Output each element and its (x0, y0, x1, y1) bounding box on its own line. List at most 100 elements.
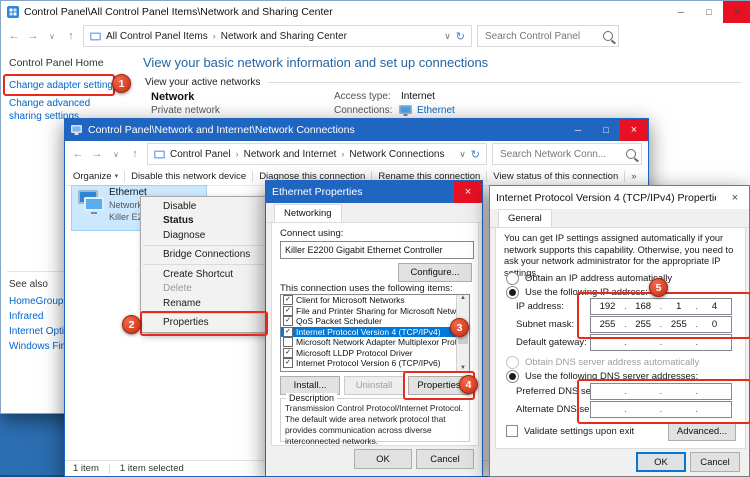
connect-using-label: Connect using: (280, 228, 343, 239)
octet[interactable]: 255 (591, 319, 624, 330)
list-item[interactable]: ✓QoS Packet Scheduler (281, 316, 469, 327)
toolbar-disable-device[interactable]: Disable this network device (131, 171, 246, 182)
menu-item-rename[interactable]: Rename (141, 296, 266, 311)
checkbox-checked-icon[interactable]: ✓ (283, 316, 293, 326)
checkbox-checked-icon[interactable]: ✓ (283, 295, 293, 305)
cancel-button[interactable]: Cancel (416, 449, 474, 469)
search-icon (603, 31, 613, 41)
ok-button[interactable]: OK (354, 449, 412, 469)
dialog-ipv4-properties: Internet Protocol Version 4 (TCP/IPv4) P… (489, 185, 750, 477)
chevron-down-icon[interactable]: ∨ (459, 149, 466, 160)
checkbox-checked-icon[interactable]: ✓ (283, 348, 293, 358)
scroll-down-icon[interactable]: ▼ (460, 365, 466, 371)
maximize-button[interactable]: □ (695, 1, 723, 23)
radio-obtain-dns: Obtain DNS server address automatically (506, 356, 699, 369)
tab-networking[interactable]: Networking (274, 204, 342, 223)
menu-item-create-shortcut[interactable]: Create Shortcut (141, 267, 266, 282)
menu-item-disable[interactable]: Disable (141, 199, 266, 214)
connection-ethernet-link[interactable]: Ethernet (417, 105, 455, 116)
connection-items-label: This connection uses the following items… (280, 283, 453, 294)
radio-selected-icon[interactable] (506, 370, 519, 383)
close-button[interactable]: × (620, 119, 648, 141)
list-item[interactable]: ✓File and Printer Sharing for Microsoft … (281, 306, 469, 317)
checkbox-checked-icon[interactable]: ✓ (283, 306, 293, 316)
description-label: Description (286, 393, 337, 403)
octet[interactable]: 4 (698, 301, 731, 312)
up-icon[interactable]: ↑ (128, 148, 142, 160)
octet[interactable]: 168 (627, 301, 660, 312)
list-item[interactable]: Microsoft Network Adapter Multiplexor Pr… (281, 337, 469, 348)
menu-item-properties[interactable]: Properties (141, 316, 266, 331)
radio-selected-icon[interactable] (506, 286, 519, 299)
list-item[interactable]: ✓Client for Microsoft Networks (281, 295, 469, 306)
breadcrumb-item[interactable]: Control Panel (170, 149, 231, 160)
tab-general[interactable]: General (498, 209, 552, 228)
menu-item-bridge-connections[interactable]: Bridge Connections (141, 248, 266, 263)
chevron-down-icon[interactable]: ∨ (444, 31, 451, 42)
menu-separator (143, 313, 264, 314)
close-button[interactable]: × (721, 186, 749, 209)
octet[interactable]: 255 (662, 319, 695, 330)
list-item-selected[interactable]: ✓Internet Protocol Version 4 (TCP/IPv4) (281, 327, 469, 338)
ip-address-input[interactable]: 192. 168. 1. 4 (590, 298, 732, 315)
octet[interactable]: 192 (591, 301, 624, 312)
minimize-button[interactable]: ─ (667, 1, 695, 23)
subnet-mask-input[interactable]: 255. 255. 255. 0 (590, 316, 732, 333)
checkbox-unchecked-icon[interactable] (506, 425, 518, 437)
annotation-badge-5: 5 (649, 278, 668, 297)
toolbar-organize[interactable]: Organize (73, 171, 112, 182)
advanced-button[interactable]: Advanced... (668, 422, 736, 441)
breadcrumb-item[interactable]: Network and Internet (244, 149, 337, 160)
list-item-label: QoS Packet Scheduler (296, 316, 382, 326)
list-item[interactable]: ✓Internet Protocol Version 6 (TCP/IPv6) (281, 358, 469, 369)
history-dropdown-icon[interactable]: ∨ (45, 32, 59, 41)
title-bar: Control Panel\Network and Internet\Netwo… (65, 119, 648, 141)
minimize-button[interactable]: ─ (564, 119, 592, 141)
up-icon[interactable]: ↑ (64, 30, 78, 42)
checkbox-unchecked-icon[interactable] (283, 337, 293, 347)
toolbar-overflow-icon[interactable]: » (631, 171, 636, 182)
menu-item-diagnose[interactable]: Diagnose (141, 228, 266, 243)
sidebar-item-control-panel-home[interactable]: Control Panel Home (9, 57, 104, 69)
back-icon[interactable]: ← (71, 148, 85, 160)
radio-obtain-ip[interactable]: Obtain an IP address automatically (506, 272, 672, 285)
close-button[interactable]: × (723, 1, 750, 23)
scroll-up-icon[interactable]: ▲ (460, 295, 466, 301)
connection-items-list: ✓Client for Microsoft Networks ✓File and… (280, 294, 470, 372)
validate-checkbox-row[interactable]: Validate settings upon exit (506, 425, 634, 437)
forward-icon[interactable]: → (90, 148, 104, 160)
caret-down-icon[interactable]: ▾ (115, 172, 119, 180)
close-button[interactable]: × (454, 181, 482, 203)
octet[interactable]: 0 (698, 319, 731, 330)
breadcrumb-item[interactable]: Network Connections (349, 149, 444, 160)
forward-icon[interactable]: → (26, 30, 40, 42)
radio-use-dns[interactable]: Use the following DNS server addresses: (506, 370, 698, 383)
ok-button[interactable]: OK (636, 452, 686, 472)
refresh-icon[interactable]: ↻ (456, 30, 465, 43)
configure-button[interactable]: Configure... (398, 263, 472, 282)
checkbox-checked-icon[interactable]: ✓ (283, 327, 293, 337)
search-input[interactable] (483, 30, 599, 43)
refresh-icon[interactable]: ↻ (471, 148, 480, 161)
breadcrumb-item[interactable]: All Control Panel Items (106, 31, 208, 42)
cancel-button[interactable]: Cancel (690, 452, 740, 472)
toolbar-view-status[interactable]: View status of this connection (493, 171, 618, 182)
alternate-dns-input[interactable]: . . . (590, 401, 732, 418)
search-input[interactable] (498, 148, 622, 161)
breadcrumb-item[interactable]: Network and Sharing Center (221, 31, 347, 42)
active-networks-row: View your active networks (145, 77, 741, 88)
octet[interactable]: 1 (662, 301, 695, 312)
maximize-button[interactable]: □ (592, 119, 620, 141)
list-item-label: Internet Protocol Version 4 (TCP/IPv4) (296, 327, 441, 337)
back-icon[interactable]: ← (7, 30, 21, 42)
menu-item-status[interactable]: Status (141, 214, 266, 229)
preferred-dns-input[interactable]: . . . (590, 383, 732, 400)
history-dropdown-icon[interactable]: ∨ (109, 150, 123, 159)
checkbox-checked-icon[interactable]: ✓ (283, 358, 293, 368)
radio-icon[interactable] (506, 272, 519, 285)
octet[interactable]: 255 (627, 319, 660, 330)
sidebar-item-change-adapter-settings[interactable]: Change adapter settings (9, 80, 118, 91)
list-item-label: Client for Microsoft Networks (296, 295, 405, 305)
default-gateway-input[interactable]: . . . (590, 334, 732, 351)
list-item[interactable]: ✓Microsoft LLDP Protocol Driver (281, 348, 469, 359)
